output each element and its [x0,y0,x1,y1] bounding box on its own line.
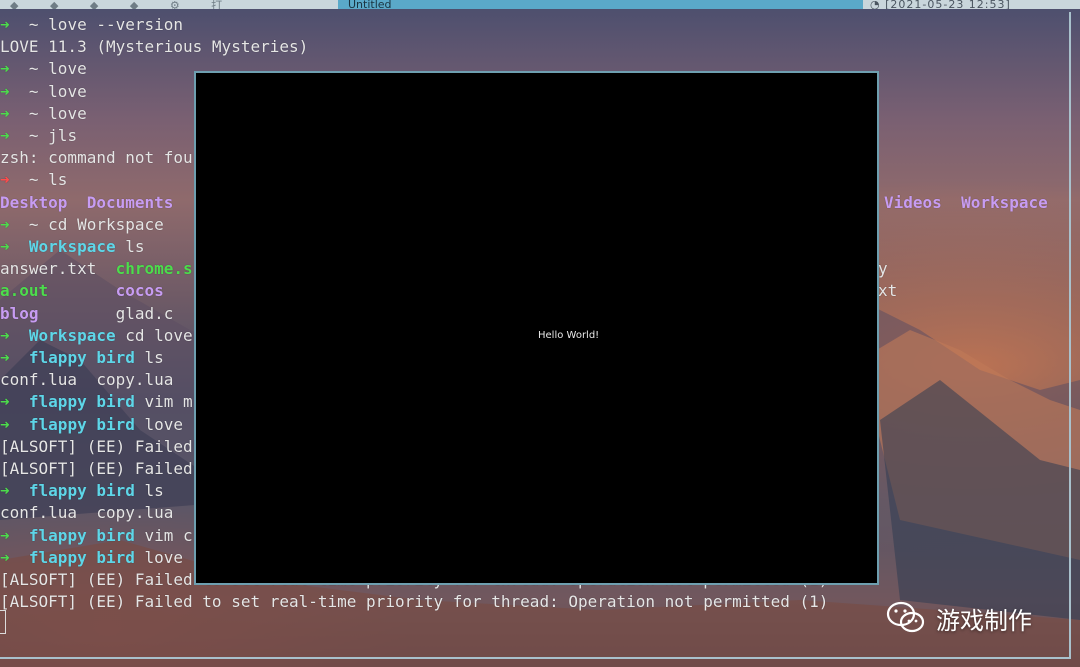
love-game-window[interactable]: Hello World! [194,71,879,585]
terminal-text: zsh: command not fou [0,148,193,168]
terminal-text: [ALSOFT] (EE) Failed to set real-time pr… [0,592,829,612]
watermark-text: 游戏制作 [936,606,1032,635]
terminal-text: flappy bird [28,481,135,501]
terminal-text-fragment: y [878,259,888,279]
terminal-line: ➜ ~ ls [0,169,67,191]
prompt-arrow-icon: ➜ [0,170,29,190]
prompt-arrow-icon: ➜ [0,481,29,501]
terminal-line: ➜ Workspace ls [0,236,145,258]
prompt-arrow-icon: ➜ [0,547,29,567]
terminal-text: vim c [134,525,193,545]
prompt-arrow-icon: ➜ [0,325,29,345]
terminal-line: ➜ flappy bird vim c [0,525,193,547]
terminal-text: ls [115,237,145,256]
terminal-text: conf.lua copy.lua [0,370,174,390]
terminal-text: glad.c [38,303,174,323]
terminal-line: Desktop Documents [0,192,173,214]
hello-world-text: Hello World! [538,330,600,341]
prompt-arrow-icon: ➜ [0,126,29,145]
terminal-text: [ALSOFT] (EE) Failed [0,436,193,456]
terminal-line: ➜ flappy bird ls [0,347,164,369]
terminal-text: ls [134,348,164,367]
prompt-arrow-icon: ➜ [0,348,29,367]
terminal-line: [ALSOFT] (EE) Failed [0,458,193,480]
wechat-watermark: 游戏制作 [886,598,1032,638]
prompt-arrow-icon: ➜ [0,414,29,434]
terminal-text: a.out [0,281,49,301]
terminal-text: Desktop Documents [0,192,174,212]
terminal-text: ls [134,481,164,501]
terminal-line: ➜ flappy bird vim m [0,391,193,413]
terminal-text: flappy bird [28,547,135,567]
terminal-line: conf.lua copy.lua [0,502,173,524]
terminal-text: LOVE 11.3 (Mysterious Mysteries) [0,37,309,57]
prompt-arrow-icon: ➜ [0,525,29,545]
terminal-text: flappy bird [28,348,135,367]
terminal-line: [ALSOFT] (EE) Failed to set real-time pr… [0,591,828,613]
terminal-text: flappy bird [28,525,135,545]
terminal-text: ~ love [28,103,87,123]
terminal-text: Workspace [28,237,116,256]
terminal-text: blog [0,303,39,323]
terminal-line: ➜ ~ love [0,103,87,125]
terminal-text: ~ love [28,81,87,101]
terminal-text: ~ love --version [28,15,184,34]
clock: ◔ [2021-05-23 12:53] [870,0,1011,9]
terminal-cursor [0,610,6,634]
prompt-arrow-icon: ➜ [0,59,29,79]
terminal-line: a.out cocos [0,280,164,302]
terminal-line: ➜ ~ love --version [0,14,183,36]
terminal-line: LOVE 11.3 (Mysterious Mysteries) [0,36,308,58]
terminal-line: answer.txt chrome.s [0,258,193,280]
terminal-text: answer.txt [0,259,116,279]
prompt-arrow-icon: ➜ [0,81,29,101]
terminal-text: ~ cd Workspace [28,214,164,234]
prompt-arrow-icon: ➜ [0,15,29,34]
terminal-text-fragment: Videos Workspace [884,192,1048,212]
workspace-icons[interactable]: ◆ ◆ ◆ ◆ ⚙ 打 [10,0,236,9]
terminal-line: [ALSOFT] (EE) Failed [0,436,193,458]
top-status-bar: ◆ ◆ ◆ ◆ ⚙ 打 Untitled ◔ [2021-05-23 12:53… [0,0,1080,9]
terminal-line: ➜ ~ love [0,58,87,80]
terminal-line: conf.lua copy.lua [0,369,173,391]
terminal-text: conf.lua copy.lua [0,503,174,523]
terminal-text: cd love [115,325,193,345]
terminal-text-fragment: xt [878,281,898,301]
terminal-line: ➜ Workspace cd love [0,325,193,347]
terminal-text: love [134,414,184,434]
terminal-line: ➜ flappy bird love [0,414,183,436]
terminal-text: flappy bird [28,392,135,412]
terminal-text: vim m [134,392,193,412]
terminal-text: chrome.s [115,259,193,279]
terminal-text: cocos [115,281,164,301]
terminal-text: love [134,547,184,567]
terminal-line: zsh: command not fou [0,147,193,169]
terminal-text: ~ love [28,59,87,79]
window-title-tab[interactable]: Untitled [338,0,863,9]
wechat-icon [886,601,925,633]
terminal-line: ➜ flappy bird ls [0,480,164,502]
prompt-arrow-icon: ➜ [0,103,29,123]
terminal-line: blog glad.c [0,303,173,325]
terminal-text: ~ jls [28,126,78,145]
terminal-line: ➜ ~ love [0,81,87,103]
prompt-arrow-icon: ➜ [0,214,29,234]
window-title: Untitled [348,0,392,9]
terminal-text: [ALSOFT] (EE) Failed [0,459,193,478]
prompt-arrow-icon: ➜ [0,392,29,412]
terminal-line: ➜ ~ jls [0,125,77,147]
prompt-arrow-icon: ➜ [0,237,29,256]
terminal-text: flappy bird [28,414,135,434]
terminal-text: Workspace [28,325,116,345]
terminal-text: ~ ls [28,170,68,190]
terminal-line: ➜ flappy bird love [0,547,183,569]
terminal-line: ➜ ~ cd Workspace [0,214,164,236]
